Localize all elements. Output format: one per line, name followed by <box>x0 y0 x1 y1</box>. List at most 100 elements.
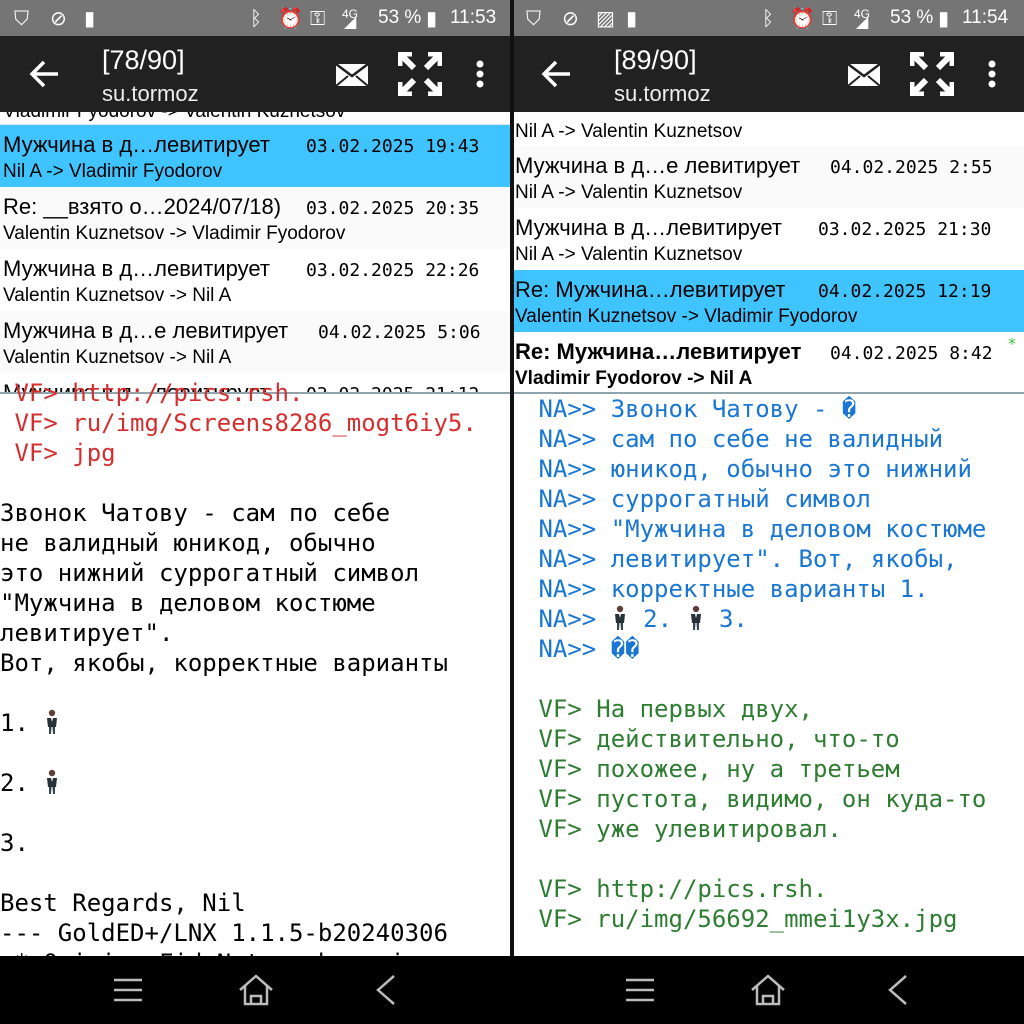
list-item[interactable]: Re: Мужчина…левитирует 04.02.2025 8:42 *… <box>512 332 1024 392</box>
back-icon[interactable] <box>366 972 406 1008</box>
recents-icon[interactable] <box>108 972 148 1008</box>
subject: Re: Мужчина…левитирует <box>515 339 802 364</box>
body-line <box>0 798 512 828</box>
list-item[interactable]: Мужчина в д…левитирует 03.02.2025 19:43 … <box>0 125 512 188</box>
battery-percent: 53 % <box>378 7 422 28</box>
body-text: VF> На первых двух, <box>524 695 813 723</box>
date: 03.02.2025 22:26 <box>306 260 480 281</box>
body-text: VF> jpg <box>0 439 116 467</box>
list-item[interactable]: Мужчина в д…левитирует 03.02.2025 22:26 … <box>0 249 512 312</box>
body-line: "Мужчина в деловом костюме <box>0 588 512 618</box>
from-to: Nil A -> Valentin Kuznetsov <box>515 121 743 142</box>
body-line: VF> jpg <box>0 438 512 468</box>
body-text: NA>> корректные варианты 1. <box>524 575 929 603</box>
list-item[interactable]: Мужчина в д…е левитирует 04.02.2025 5:06… <box>0 311 512 374</box>
home-icon[interactable] <box>236 972 276 1008</box>
alarm-icon: ⏰ <box>278 6 303 30</box>
body-text: не валидный юникод, обычно <box>0 529 376 557</box>
body-text: VF> ru/img/Screens8286_mogt6iy5. <box>0 409 477 437</box>
date: 04.02.2025 12:19 <box>818 281 992 302</box>
envelope-icon[interactable] <box>846 56 882 92</box>
key-icon: ⚿ <box>310 6 326 30</box>
body-text: VF> http://pics.rsh. <box>524 875 828 903</box>
body-line: NA>> 2. 3. <box>524 604 1024 634</box>
echo-area-name: su.tormoz <box>102 81 199 106</box>
body-line <box>524 664 1024 694</box>
from-to: Vladimir Fyodorov -> Valentin Kuznetsov <box>3 112 345 124</box>
clock: 11:54 <box>962 7 1009 28</box>
body-text: 2. <box>628 605 687 633</box>
right-screen: ⛉ ⊘ ▨ ▮ ᛒ ⏰ ⚿ 4G ◢ 53 % ▮ 11:54 [89/90] … <box>512 0 1024 956</box>
echo-area-name: su.tormoz <box>614 81 711 106</box>
envelope-icon[interactable] <box>334 56 370 92</box>
body-line: VF> действительно, что-то <box>524 724 1024 754</box>
levitating-man-icon <box>690 605 701 630</box>
body-text: 3. <box>704 605 748 633</box>
home-icon[interactable] <box>748 972 788 1008</box>
app-bar: [78/90] su.tormoz <box>0 36 512 112</box>
body-text: VF> пустота, видимо, он куда-то <box>524 785 987 813</box>
body-line <box>0 738 512 768</box>
cell-signal-icon: ◢ <box>856 12 869 31</box>
back-icon[interactable] <box>878 972 918 1008</box>
body-line <box>0 468 512 498</box>
body-line: --- GoldED+/LNX 1.1.5-b20240306 <box>0 918 512 948</box>
levitating-man-icon <box>614 605 625 630</box>
message-list[interactable]: Nil A -> Valentin Kuznetsov Мужчина в д…… <box>512 112 1024 392</box>
body-text: NA>> юникод, обычно это нижний <box>524 455 972 483</box>
body-line: VF> ru/img/Screens8286_mogt6iy5. <box>0 408 512 438</box>
body-text: NA>> "Мужчина в деловом костюме <box>524 515 987 543</box>
body-line: VF> похожее, ну а третьем <box>524 754 1024 784</box>
body-line <box>524 844 1024 874</box>
list-item[interactable]: Re: Мужчина…левитирует 04.02.2025 12:19 … <box>512 270 1024 333</box>
body-line: Звонок Чатову - сам по себе <box>0 498 512 528</box>
subject: Мужчина в д…левитирует <box>515 215 782 240</box>
date: 03.02.2025 19:43 <box>306 136 480 157</box>
from-to: Nil A -> Vladimir Fyodorov <box>3 161 223 182</box>
body-text: это нижний суррогатный символ <box>0 559 420 587</box>
subject: Мужчина в д…е левитирует <box>3 318 289 343</box>
list-item[interactable]: Мужчина в д…левитирует 03.02.2025 21:30 … <box>512 208 1024 271</box>
body-line: NA>> �� <box>524 634 1024 664</box>
back-arrow-icon[interactable] <box>536 54 576 94</box>
body-text: NA>> сам по себе не валидный <box>524 425 944 453</box>
back-arrow-icon[interactable] <box>24 54 64 94</box>
clock: 11:53 <box>450 7 497 28</box>
body-line <box>0 858 512 888</box>
subject: Re: Мужчина…левитирует <box>515 277 786 302</box>
from-to: Valentin Kuznetsov -> Vladimir Fyodorov <box>515 306 858 327</box>
list-item[interactable]: Мужчина в д…е левитирует 04.02.2025 2:55… <box>512 146 1024 209</box>
fullscreen-icon[interactable] <box>909 51 955 97</box>
recents-icon[interactable] <box>620 972 660 1008</box>
shield-icon: ⛉ <box>14 6 29 30</box>
body-text: VF> похожее, ну а третьем <box>524 755 900 783</box>
from-to: Valentin Kuznetsov -> Nil A <box>3 285 232 306</box>
fullscreen-icon[interactable] <box>397 51 443 97</box>
body-text: Best Regards, Nil <box>0 889 246 917</box>
subject: Мужчина в д…е левитирует <box>515 153 801 178</box>
unread-star: * <box>1008 334 1016 353</box>
more-vert-icon[interactable] <box>976 56 1008 92</box>
body-line <box>0 678 512 708</box>
message-body[interactable]: NA>> Звонок Чатову - � NA>> сам по себе … <box>524 394 1024 956</box>
alarm-icon: ⏰ <box>790 6 815 30</box>
body-line: NA>> корректные варианты 1. <box>524 574 1024 604</box>
body-line: 2. <box>0 768 512 798</box>
message-list[interactable]: Vladimir Fyodorov -> Valentin Kuznetsov … <box>0 112 512 392</box>
levitating-man-icon <box>47 709 58 734</box>
body-line: VF> уже улевитировал. <box>524 814 1024 844</box>
message-body[interactable]: VF> http://pics.rsh. VF> ru/img/Screens8… <box>0 378 512 956</box>
more-vert-icon[interactable] <box>464 56 496 92</box>
system-nav-bar <box>0 956 1024 1024</box>
left-screen: ⛉ ⊘ ▮ ᛒ ⏰ ⚿ 4G ◢ 53 % ▮ 11:53 [78/90] su… <box>0 0 512 956</box>
body-text: VF> уже улевитировал. <box>524 815 842 843</box>
subject: Re: __взято о…2024/07/18) <box>3 194 282 219</box>
key-icon: ⚿ <box>822 6 838 30</box>
body-line: Вот, якобы, корректные варианты <box>0 648 512 678</box>
list-item[interactable]: Vladimir Fyodorov -> Valentin Kuznetsov <box>0 112 512 125</box>
body-text: 1. <box>0 709 44 737</box>
list-item[interactable]: Re: __взято о…2024/07/18) 03.02.2025 20:… <box>0 187 512 250</box>
list-item[interactable]: Nil A -> Valentin Kuznetsov <box>512 112 1024 147</box>
body-text: NA>> <box>524 605 611 633</box>
body-line: это нижний суррогатный символ <box>0 558 512 588</box>
